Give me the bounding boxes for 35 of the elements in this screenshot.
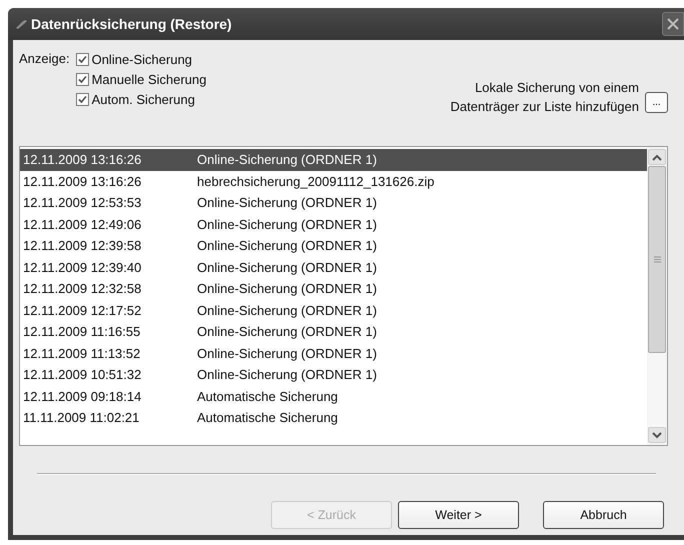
chevron-down-icon [652,432,662,438]
filter-label: Anzeige: [19,51,70,68]
window-title: Datenrücksicherung (Restore) [31,16,233,32]
backup-row[interactable]: 12.11.2009 12:49:06 Online-Sicherung (ORDNER 1) [20,214,647,235]
scroll-down-button[interactable] [648,427,666,443]
close-button[interactable] [662,12,684,36]
filter-checkbox[interactable]: Online-Sicherung [76,50,206,68]
backup-row[interactable]: 12.11.2009 12:39:58 Online-Sicherung (ORDNER 1) [20,235,647,256]
scrollbar[interactable] [647,147,667,445]
backup-row[interactable]: 12.11.2009 13:16:26 Online-Sicherung (ORDNER 1) [20,149,647,170]
filter-checkbox[interactable]: Autom. Sicherung [76,90,206,108]
check-icon [76,94,88,104]
dialog-button[interactable]: Abbruch [543,501,664,529]
backup-row[interactable]: 11.11.2009 11:02:21 Automatische Sicherung [20,407,647,428]
backup-row[interactable]: 12.11.2009 12:39:40 Online-Sicherung (ORDNER 1) [20,256,647,278]
browse-button[interactable]: ... [645,92,668,113]
check-icon [76,54,88,64]
backup-row[interactable]: 12.11.2009 12:32:58 Online-Sicherung (ORDNER 1) [20,278,647,300]
app-icon [16,19,28,29]
backup-row[interactable]: 12.11.2009 13:16:26 hebrechsicherung_20091112_131626.zip [20,170,647,192]
backup-row[interactable]: 12.11.2009 12:53:53 Online-Sicherung (ORDNER 1) [20,192,647,214]
grip-icon [654,256,660,263]
add-local-backup-label: Lokale Sicherung von einem Datenträger zur Liste hinzufügen [450,79,639,116]
backup-row[interactable]: 12.11.2009 12:17:52 Online-Sicherung (ORDNER 1) [20,300,647,321]
close-icon [666,17,680,31]
scroll-thumb[interactable] [648,166,666,353]
filter-checkbox[interactable]: Manuelle Sicherung [76,70,206,88]
chevron-up-icon [652,154,662,160]
backup-row[interactable]: 12.11.2009 10:51:32 Online-Sicherung (ORDNER 1) [20,364,647,386]
dialog-button[interactable]: Weiter > [398,501,519,529]
backup-row[interactable]: 12.11.2009 11:13:52 Online-Sicherung (ORDNER 1) [20,342,647,364]
check-icon [76,74,88,84]
backup-row[interactable]: 12.11.2009 11:16:55 Online-Sicherung (ORDNER 1) [20,321,647,342]
backup-row[interactable]: 12.11.2009 09:18:14 Automatische Sicherung [20,386,647,407]
scroll-up-button[interactable] [648,149,666,165]
